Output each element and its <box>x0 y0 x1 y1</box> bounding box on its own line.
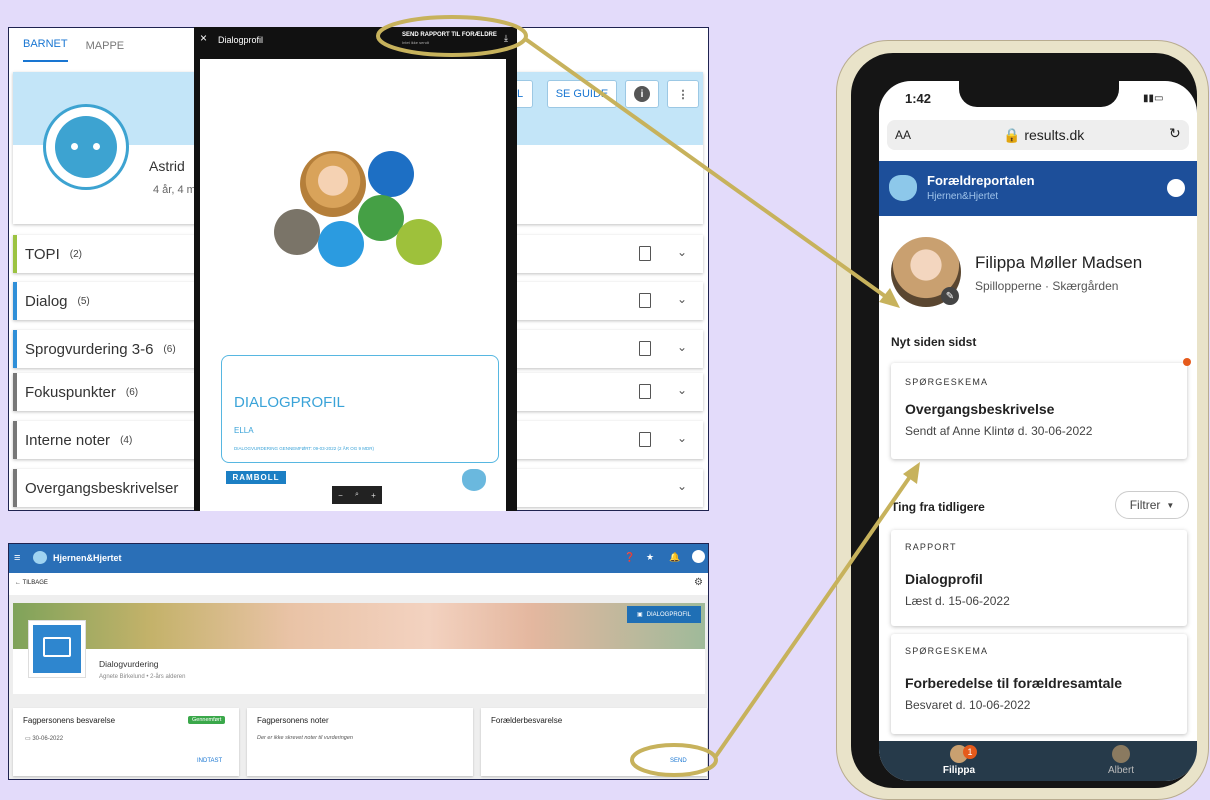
highlight-ellipse <box>376 15 528 57</box>
annotation-layer <box>376 15 920 777</box>
arrow-head <box>879 288 900 308</box>
highlight-ellipse <box>630 743 718 777</box>
arrow-line <box>522 36 898 306</box>
arrow-line <box>714 466 918 758</box>
